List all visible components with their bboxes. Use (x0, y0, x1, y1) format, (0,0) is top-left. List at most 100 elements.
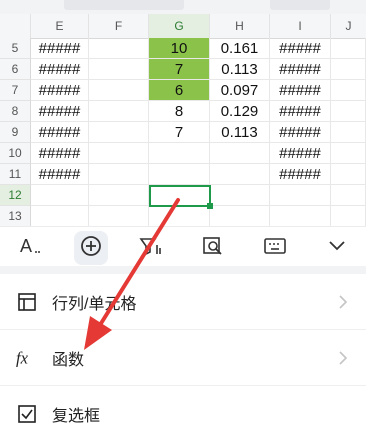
grid-cell[interactable] (89, 185, 149, 206)
grid-cell[interactable]: ##### (270, 143, 331, 164)
grid-cell[interactable]: ##### (31, 80, 89, 101)
menu-item-checkbox[interactable]: 复选框 (0, 386, 366, 442)
grid-cell[interactable]: ##### (270, 164, 331, 185)
grid-cell[interactable] (331, 185, 366, 206)
grid-cell[interactable] (89, 206, 149, 227)
grid-cell[interactable] (210, 143, 270, 164)
grid-cell[interactable] (331, 164, 366, 185)
grid-cell[interactable]: ##### (270, 59, 331, 80)
svg-text:A: A (20, 236, 32, 256)
insert-plus-icon (80, 235, 102, 262)
grid-cell[interactable]: ##### (31, 101, 89, 122)
row-header[interactable]: 10 (0, 143, 31, 164)
grid-cell[interactable] (210, 185, 270, 206)
grid-cell[interactable] (331, 38, 366, 59)
column-header-h[interactable]: H (210, 14, 270, 38)
grid-cell[interactable]: ##### (31, 59, 89, 80)
menu-item-label: 复选框 (52, 408, 101, 425)
grid-cell[interactable]: ##### (31, 38, 89, 59)
menu-item-label: 行列/单元格 (52, 295, 137, 313)
chevron-down-icon (328, 239, 346, 257)
row-header[interactable]: 7 (0, 80, 31, 101)
tab-strip-segment (270, 0, 330, 10)
grid-cell[interactable] (270, 206, 331, 227)
grid-cell[interactable] (89, 80, 149, 101)
grid-cell[interactable] (149, 164, 210, 185)
grid-cell[interactable] (31, 185, 89, 206)
grid-cell[interactable] (331, 59, 366, 80)
keyboard-button[interactable] (258, 231, 292, 265)
grid-cell[interactable]: ##### (270, 80, 331, 101)
grid-cell[interactable]: 0.097 (210, 80, 270, 101)
grid-cell[interactable] (149, 206, 210, 227)
grid-cell[interactable]: 0.161 (210, 38, 270, 59)
grid-cell[interactable] (331, 206, 366, 227)
grid-cell[interactable]: ##### (31, 164, 89, 185)
grid-cell[interactable] (89, 164, 149, 185)
fx-icon: fx (16, 347, 38, 369)
grid-cell[interactable] (331, 80, 366, 101)
grid-cell[interactable] (331, 101, 366, 122)
filter-sort-button[interactable] (134, 231, 168, 265)
table-icon (16, 291, 38, 313)
collapse-toolbar-button[interactable] (320, 231, 354, 265)
row-header[interactable]: 5 (0, 38, 31, 59)
column-header-g[interactable]: G (149, 14, 210, 38)
row-header[interactable]: 12 (0, 185, 31, 206)
bottom-toolbar: A (0, 226, 366, 267)
grid-cell[interactable]: 8 (149, 101, 210, 122)
column-header-j[interactable]: J (331, 14, 366, 38)
grid-cell[interactable]: ##### (270, 38, 331, 59)
menu-item-function[interactable]: fx 函数 (0, 330, 366, 386)
grid-cell[interactable]: ##### (270, 101, 331, 122)
grid-cell[interactable] (31, 206, 89, 227)
grid-cell[interactable]: ##### (31, 122, 89, 143)
corner-cell[interactable] (0, 14, 31, 38)
keyboard-icon (263, 236, 287, 261)
row-header[interactable]: 11 (0, 164, 31, 185)
grid-cell[interactable]: 10 (149, 38, 210, 59)
column-header-f[interactable]: F (89, 14, 149, 38)
grid-cell[interactable] (89, 101, 149, 122)
spreadsheet-grid[interactable]: E F G H I J 5 ##### 10 0.161 ##### 6 ##### 7 0.1… (0, 14, 366, 227)
grid-cell[interactable]: 7 (149, 122, 210, 143)
grid-cell[interactable] (210, 164, 270, 185)
grid-cell[interactable] (89, 122, 149, 143)
grid-cell[interactable]: 6 (149, 80, 210, 101)
row-header[interactable]: 6 (0, 59, 31, 80)
find-button[interactable] (196, 231, 230, 265)
grid-cell[interactable] (331, 143, 366, 164)
grid-cell[interactable] (270, 185, 331, 206)
menu-item-row-column-cell[interactable]: 行列/单元格 (0, 274, 366, 330)
grid-cell[interactable] (89, 59, 149, 80)
column-header-e[interactable]: E (31, 14, 89, 38)
row-header[interactable]: 8 (0, 101, 31, 122)
text-format-button[interactable]: A (14, 231, 48, 265)
cell-selection-box[interactable] (149, 185, 213, 209)
grid-cell[interactable]: 7 (149, 59, 210, 80)
section-divider (0, 266, 366, 274)
insert-button[interactable] (74, 231, 108, 265)
column-header-i[interactable]: I (270, 14, 331, 38)
grid-cell[interactable]: 0.113 (210, 59, 270, 80)
checkbox-icon (16, 403, 38, 425)
row-header[interactable]: 13 (0, 206, 31, 227)
column-header-bar: E F G H I J (0, 14, 366, 39)
fill-handle[interactable] (207, 203, 213, 209)
text-format-icon: A (19, 235, 43, 262)
grid-cell[interactable] (149, 143, 210, 164)
grid-cell[interactable] (89, 38, 149, 59)
grid-cell[interactable]: 0.129 (210, 101, 270, 122)
filter-sort-icon (139, 235, 163, 262)
grid-cell[interactable] (331, 122, 366, 143)
grid-cell[interactable]: ##### (31, 143, 89, 164)
grid-cell[interactable] (89, 143, 149, 164)
grid-cell[interactable]: ##### (270, 122, 331, 143)
row-header[interactable]: 9 (0, 122, 31, 143)
grid-cell[interactable]: 0.113 (210, 122, 270, 143)
chevron-right-icon (338, 350, 348, 371)
chevron-right-icon (338, 294, 348, 315)
svg-text:fx: fx (16, 348, 29, 367)
grid-cell[interactable] (210, 206, 270, 227)
menu-item-label: 函数 (52, 351, 85, 369)
